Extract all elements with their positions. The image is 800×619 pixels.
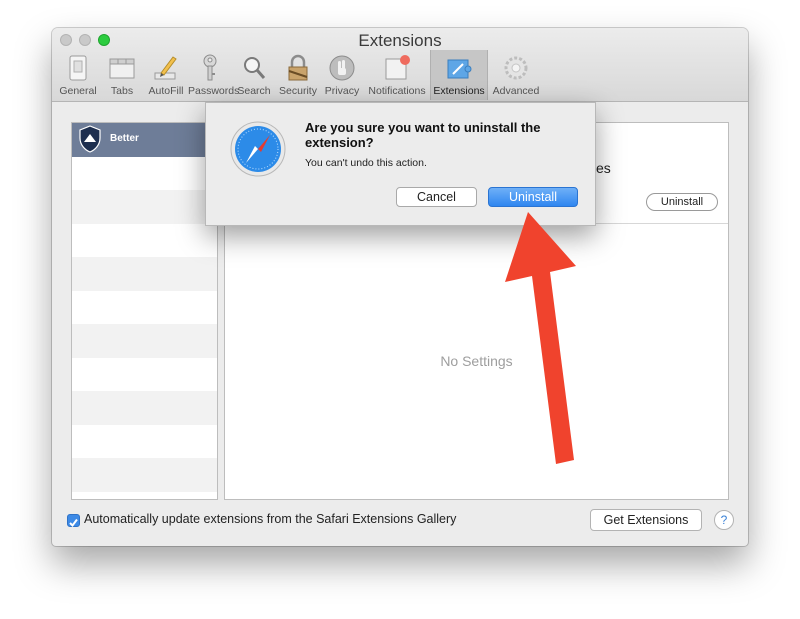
list-row bbox=[72, 458, 217, 492]
hand-icon bbox=[329, 55, 355, 81]
magnifier-icon bbox=[244, 57, 266, 79]
window-title: Extensions bbox=[358, 31, 442, 50]
list-row bbox=[72, 291, 217, 325]
switch-icon bbox=[69, 55, 87, 81]
help-button[interactable]: ? bbox=[714, 510, 734, 530]
tab-label: Extensions bbox=[433, 85, 485, 97]
tab-label: General bbox=[59, 85, 97, 97]
uninstall-confirm-dialog: Are you sure you want to uninstall the e… bbox=[205, 102, 596, 226]
uninstall-button[interactable]: Uninstall bbox=[646, 193, 718, 211]
get-extensions-button[interactable]: Get Extensions bbox=[590, 509, 702, 531]
tab-label: Passwords bbox=[188, 85, 240, 97]
gear-icon bbox=[504, 56, 528, 80]
sidebar-item-label: Better bbox=[110, 133, 139, 144]
cancel-button[interactable]: Cancel bbox=[396, 187, 477, 207]
tab-passwords[interactable]: Passwords bbox=[188, 50, 240, 100]
tab-autofill[interactable]: AutoFill bbox=[144, 50, 188, 100]
tab-general[interactable]: General bbox=[56, 50, 100, 100]
tab-search[interactable]: Search bbox=[232, 50, 276, 100]
lock-icon bbox=[288, 54, 308, 81]
pencil-icon bbox=[154, 56, 177, 80]
dialog-title: Are you sure you want to uninstall the e… bbox=[305, 120, 541, 150]
list-row bbox=[72, 157, 217, 191]
tab-security[interactable]: Security bbox=[276, 50, 320, 100]
sidebar-item-better[interactable]: Better bbox=[72, 123, 217, 157]
list-row bbox=[72, 224, 217, 258]
tab-label: Privacy bbox=[324, 85, 360, 97]
list-row bbox=[72, 358, 217, 392]
list-row bbox=[72, 492, 217, 500]
notification-icon bbox=[385, 55, 410, 80]
shield-icon bbox=[79, 125, 101, 153]
tab-label: Security bbox=[279, 85, 317, 97]
tab-label: Tabs bbox=[110, 85, 134, 97]
puzzle-icon bbox=[447, 59, 472, 79]
tab-label: Search bbox=[237, 85, 271, 97]
tabs-icon bbox=[109, 58, 135, 79]
safari-compass-icon bbox=[230, 121, 286, 177]
tab-extensions[interactable]: Extensions bbox=[430, 50, 488, 100]
checkmark-icon bbox=[69, 518, 78, 528]
list-row bbox=[72, 324, 217, 358]
extensions-list: Better bbox=[71, 122, 218, 500]
auto-update-label: Automatically update extensions from the… bbox=[84, 512, 457, 526]
tab-notifications[interactable]: Notifications bbox=[364, 50, 430, 100]
list-row bbox=[72, 190, 217, 224]
tab-tabs[interactable]: Tabs bbox=[100, 50, 144, 100]
toolbar: Extensions General Tabs AutoFill Passwor… bbox=[52, 28, 748, 102]
list-row bbox=[72, 257, 217, 291]
list-row bbox=[72, 391, 217, 425]
tab-label: Notifications bbox=[368, 85, 426, 97]
auto-update-checkbox[interactable] bbox=[67, 514, 80, 528]
tab-label: Advanced bbox=[492, 85, 540, 97]
tab-advanced[interactable]: Advanced bbox=[488, 50, 544, 100]
tab-privacy[interactable]: Privacy bbox=[320, 50, 364, 100]
no-settings-label: No Settings bbox=[440, 353, 513, 369]
dialog-message: You can't undo this action. bbox=[305, 157, 427, 169]
preference-tabs: General Tabs AutoFill Passwords Search S… bbox=[56, 50, 544, 100]
list-row bbox=[72, 425, 217, 459]
tab-label: AutoFill bbox=[148, 85, 184, 97]
confirm-uninstall-button[interactable]: Uninstall bbox=[488, 187, 578, 207]
key-icon bbox=[203, 54, 217, 81]
